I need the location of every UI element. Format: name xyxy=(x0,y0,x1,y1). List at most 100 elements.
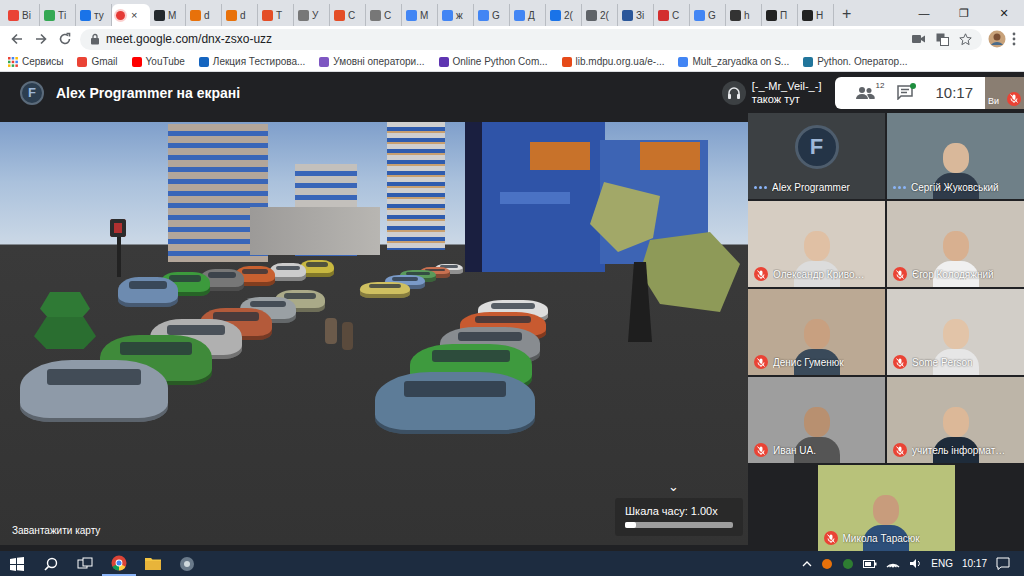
participant-tile[interactable]: Иван UA. xyxy=(748,377,885,463)
browser-tab[interactable]: × xyxy=(112,4,150,26)
browser-tab[interactable]: ж xyxy=(438,4,474,26)
mic-muted-icon[interactable] xyxy=(893,443,907,457)
participant-tile[interactable]: Олександр Криво… xyxy=(748,201,885,287)
forward-button[interactable] xyxy=(32,30,50,48)
translate-icon[interactable] xyxy=(936,33,949,46)
bookmark-label[interactable]: Python. Оператор... xyxy=(817,56,907,67)
window-control-button[interactable]: — xyxy=(904,0,944,26)
bookmark[interactable]: Gmail xyxy=(77,56,117,67)
tab-close-button[interactable]: × xyxy=(131,9,137,21)
mic-muted-icon[interactable] xyxy=(754,267,768,281)
participant-tile[interactable]: Some Person xyxy=(887,289,1024,375)
menu-dots-icon[interactable] xyxy=(1012,32,1016,46)
bookmark-label[interactable]: YouTube xyxy=(146,56,185,67)
chrome-taskbar-button[interactable] xyxy=(102,551,136,576)
chat-button[interactable] xyxy=(897,85,913,100)
reload-button[interactable] xyxy=(56,30,74,48)
browser-tab[interactable]: Н xyxy=(798,4,834,26)
bookmark-label[interactable]: Online Python Com... xyxy=(453,56,548,67)
arrow-left-icon xyxy=(10,32,24,46)
browser-tab[interactable]: 2( xyxy=(546,4,582,26)
browser-tab[interactable]: 2( xyxy=(582,4,618,26)
explorer-taskbar-button[interactable] xyxy=(136,551,170,576)
mic-muted-icon[interactable] xyxy=(893,355,907,369)
search-button[interactable] xyxy=(34,551,68,576)
participant-tile[interactable]: Єгор Колодяжний xyxy=(887,201,1024,287)
notifications-icon[interactable] xyxy=(996,557,1010,570)
back-button[interactable] xyxy=(8,30,26,48)
browser-tab[interactable]: Зі xyxy=(618,4,654,26)
browser-tab[interactable]: П xyxy=(762,4,798,26)
browser-tab[interactable]: М xyxy=(402,4,438,26)
bookmark-label[interactable]: Gmail xyxy=(91,56,117,67)
bookmark[interactable]: Online Python Com... xyxy=(439,56,548,67)
mic-muted-icon[interactable] xyxy=(1007,92,1021,106)
browser-tab[interactable]: Д xyxy=(510,4,546,26)
mic-muted-icon[interactable] xyxy=(754,355,768,369)
browser-tab[interactable]: d xyxy=(186,4,222,26)
volume-icon[interactable] xyxy=(909,558,922,569)
favicon-icon xyxy=(550,10,561,21)
load-map-button[interactable]: Завантажити карту xyxy=(12,525,100,536)
address-text[interactable]: meet.google.com/dnx-zsxo-uzz xyxy=(106,32,272,46)
browser-tab[interactable]: ту xyxy=(76,4,112,26)
bookmark[interactable]: Лекция Тестирова... xyxy=(199,56,306,67)
app-taskbar-button[interactable] xyxy=(170,551,204,576)
bookmark-label[interactable]: lib.mdpu.org.ua/e-... xyxy=(576,56,665,67)
bookmark[interactable]: Python. Оператор... xyxy=(803,56,907,67)
bookmark[interactable]: Сервисы xyxy=(8,56,63,67)
also-here-note: також тут xyxy=(752,93,822,106)
star-icon[interactable] xyxy=(959,33,972,46)
battery-icon[interactable] xyxy=(863,559,877,569)
browser-tab[interactable]: У xyxy=(294,4,330,26)
participant-tile[interactable]: Денис Гуменюк xyxy=(748,289,885,375)
participant-tile[interactable]: FAlex Programmer xyxy=(748,113,885,199)
camera-icon[interactable] xyxy=(912,34,926,44)
browser-tab[interactable]: Ві xyxy=(4,4,40,26)
browser-tab[interactable]: G xyxy=(474,4,510,26)
participant-tile[interactable]: учитель інформат… xyxy=(887,377,1024,463)
new-tab-button[interactable]: + xyxy=(834,5,859,26)
browser-tab[interactable]: Т xyxy=(258,4,294,26)
browser-tab[interactable]: С xyxy=(366,4,402,26)
bookmark[interactable]: lib.mdpu.org.ua/e-... xyxy=(562,56,665,67)
taskbar-clock[interactable]: 10:17 xyxy=(962,558,987,569)
participant-name-row: Микола Тарасюк xyxy=(824,531,951,545)
bookmark[interactable]: YouTube xyxy=(132,56,185,67)
favicon-icon xyxy=(562,57,572,67)
bookmark-label[interactable]: Лекция Тестирова... xyxy=(213,56,306,67)
browser-tab[interactable]: h xyxy=(726,4,762,26)
favicon-icon xyxy=(199,57,209,67)
browser-tab[interactable]: С xyxy=(330,4,366,26)
browser-tab[interactable]: d xyxy=(222,4,258,26)
app-tray-icon[interactable] xyxy=(842,558,854,570)
window-control-button[interactable]: ✕ xyxy=(984,0,1024,26)
task-view-button[interactable] xyxy=(68,551,102,576)
browser-tab[interactable]: М xyxy=(150,4,186,26)
bookmark-label[interactable]: Умовні оператори... xyxy=(333,56,424,67)
bookmark[interactable]: Умовні оператори... xyxy=(319,56,424,67)
people-button[interactable]: 12 xyxy=(855,86,875,100)
address-bar[interactable]: meet.google.com/dnx-zsxo-uzz xyxy=(80,29,982,50)
collapse-chevron[interactable]: ⌄ xyxy=(668,480,679,494)
time-scale-slider[interactable] xyxy=(625,522,733,528)
bookmark-label[interactable]: Mult_zaryadka on S... xyxy=(692,56,789,67)
app-tray-icon[interactable] xyxy=(821,558,833,570)
bookmark[interactable]: Mult_zaryadka on S... xyxy=(678,56,789,67)
browser-tab[interactable]: G xyxy=(690,4,726,26)
browser-tab[interactable]: С xyxy=(654,4,690,26)
profile-avatar-icon[interactable] xyxy=(988,30,1006,48)
mic-muted-icon[interactable] xyxy=(824,531,838,545)
bookmark-label[interactable]: Сервисы xyxy=(22,56,63,67)
mic-muted-icon[interactable] xyxy=(754,443,768,457)
mic-muted-icon[interactable] xyxy=(893,267,907,281)
participant-tile[interactable]: Микола Тарасюк xyxy=(818,465,955,551)
mic-icon xyxy=(896,446,904,455)
input-language[interactable]: ENG xyxy=(931,558,953,569)
window-control-button[interactable]: ❐ xyxy=(944,0,984,26)
participant-tile[interactable]: Сергій Жуковський xyxy=(887,113,1024,199)
chevron-up-icon[interactable] xyxy=(802,559,812,569)
start-button[interactable] xyxy=(0,551,34,576)
browser-tab[interactable]: Ті xyxy=(40,4,76,26)
wifi-icon[interactable] xyxy=(886,559,900,569)
